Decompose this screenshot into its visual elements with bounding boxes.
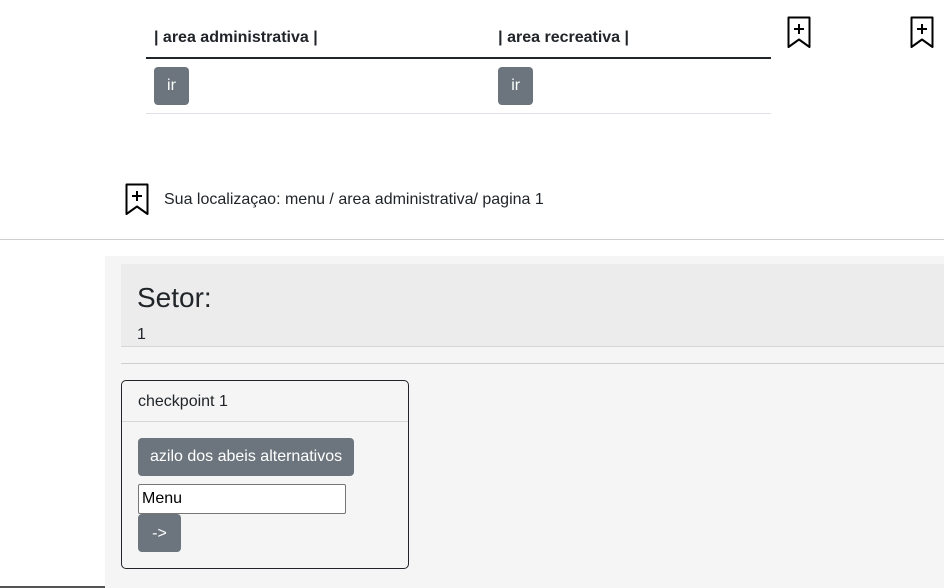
cell-area-recreativa: ir [490,67,771,105]
header-area-administrativa: | area administrativa | [154,28,318,46]
ir-recreativa-button[interactable]: ir [498,67,534,105]
divider [121,363,944,364]
ir-administrativa-button[interactable]: ir [154,67,189,105]
setor-header: Setor: 1 [121,264,944,347]
checkpoint-card: checkpoint 1 azilo dos abeis alternativo… [121,380,409,569]
cell-area-administrativa: ir [146,67,490,105]
setor-title: Setor: [137,282,212,313]
bookmark-plus-icon[interactable] [125,183,149,216]
azilo-button[interactable]: azilo dos abeis alternativos [138,438,355,476]
location-breadcrumb: Sua localizaçao: menu / area administrat… [164,191,544,208]
areas-table-header: | area administrativa | | area recreativ… [146,18,771,59]
divider [0,239,944,240]
go-button[interactable]: -> [138,514,181,552]
header-area-recreativa: | area recreativa | [498,28,629,46]
main-panel: Setor: 1 checkpoint 1 azilo dos abeis al… [105,256,944,588]
menu-input[interactable] [138,484,346,514]
bookmark-plus-icon[interactable] [787,16,811,49]
setor-value: 1 [137,326,146,343]
areas-table: | area administrativa | | area recreativ… [146,18,771,114]
bookmark-plus-icon[interactable] [910,16,934,49]
checkpoint-title: checkpoint 1 [122,381,408,422]
table-row: ir ir [146,59,771,114]
